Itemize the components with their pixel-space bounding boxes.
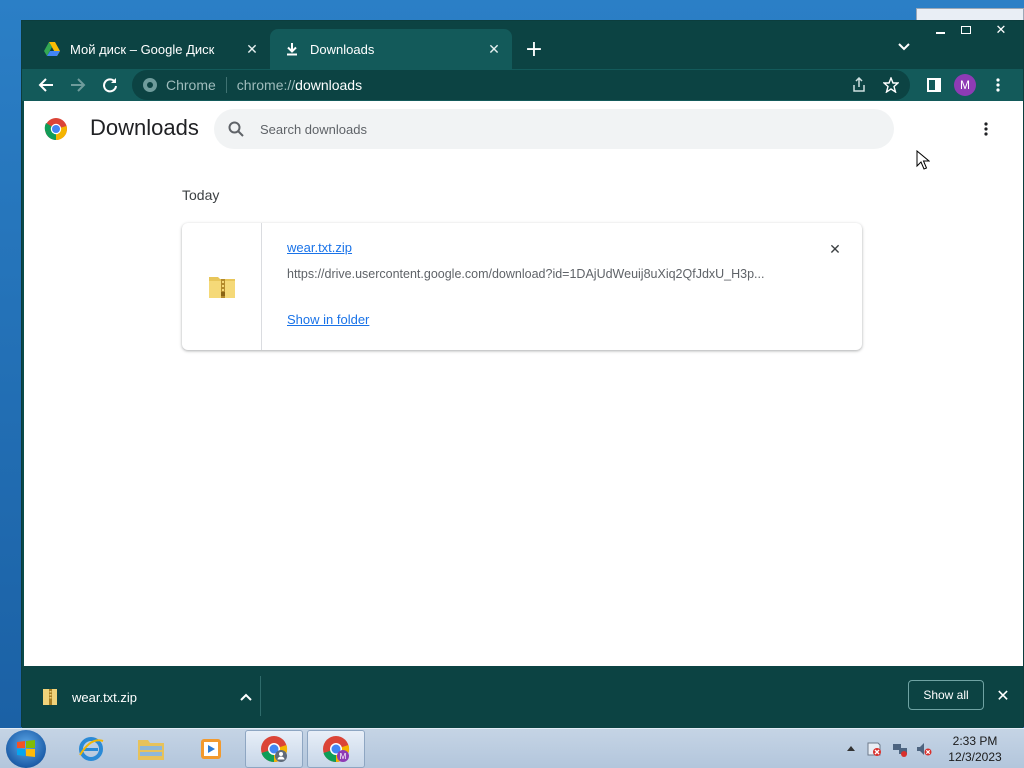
side-panel-button[interactable] <box>918 69 950 101</box>
zip-folder-icon <box>208 276 235 298</box>
taskbar-chrome-1[interactable] <box>245 730 303 768</box>
tray-expand-button[interactable] <box>844 741 858 755</box>
share-icon[interactable] <box>848 74 870 96</box>
taskbar-media-player[interactable] <box>182 730 240 768</box>
site-chip: Chrome <box>166 77 227 93</box>
download-source-url: https://drive.usercontent.google.com/dow… <box>287 267 765 281</box>
chrome-menu-button[interactable] <box>982 69 1014 101</box>
media-player-icon <box>201 739 221 759</box>
tab-close-button[interactable]: ✕ <box>482 37 506 61</box>
close-window-button[interactable]: ✕ <box>979 21 1023 39</box>
windows-logo-icon <box>17 740 35 757</box>
show-in-folder-link[interactable]: Show in folder <box>287 312 369 327</box>
url-scheme: chrome:// <box>236 77 296 93</box>
folder-icon <box>138 740 164 760</box>
download-filename-link[interactable]: wear.txt.zip <box>287 240 352 255</box>
maximize-button[interactable] <box>953 21 979 39</box>
file-icon-column <box>182 223 262 350</box>
tab-close-button[interactable]: ✕ <box>240 37 264 61</box>
taskbar-chrome-2[interactable]: M <box>307 730 365 768</box>
more-vert-icon <box>996 78 1000 92</box>
tab-label: Мой диск – Google Диск <box>70 41 215 57</box>
side-panel-icon <box>927 78 941 92</box>
downloads-more-button[interactable] <box>974 117 998 141</box>
chrome-window: Мой диск – Google Диск ✕ Downloads ✕ + ✕ <box>21 20 1024 728</box>
forward-button[interactable] <box>62 69 94 101</box>
downloads-header: Downloads <box>24 101 1023 157</box>
taskbar-file-explorer[interactable] <box>122 730 180 768</box>
download-icon <box>284 41 300 57</box>
date-group-label: Today <box>182 187 220 203</box>
download-shelf: wear.txt.zip Show all ✕ <box>22 666 1023 728</box>
reload-button[interactable] <box>94 69 126 101</box>
chrome-site-icon <box>143 78 157 92</box>
arrow-left-icon <box>38 78 53 92</box>
clock-time: 2:33 PM <box>952 734 998 748</box>
close-icon: ✕ <box>829 242 841 258</box>
tab-label: Downloads <box>310 41 375 57</box>
shelf-divider <box>260 676 261 716</box>
minimize-icon <box>935 32 945 34</box>
taskbar: M 2:33 PM 12/3/2023 <box>0 728 1024 768</box>
minimize-button[interactable] <box>927 21 953 39</box>
action-center-icon[interactable] <box>866 741 882 757</box>
downloads-page: Downloads Today <box>24 101 1023 666</box>
internet-explorer-icon <box>79 737 104 761</box>
system-clock[interactable]: 2:33 PM 12/3/2023 <box>940 733 1010 765</box>
tab-downloads[interactable]: Downloads ✕ <box>270 29 512 69</box>
chrome-icon <box>261 736 288 763</box>
zip-file-icon <box>43 689 57 705</box>
network-icon[interactable] <box>892 741 908 757</box>
show-all-button[interactable]: Show all <box>908 680 984 710</box>
close-shelf-button[interactable]: ✕ <box>992 684 1014 706</box>
google-drive-icon <box>44 41 60 57</box>
url-host: downloads <box>295 77 363 93</box>
clock-date: 12/3/2023 <box>948 750 1002 764</box>
toolbar: Chrome chrome://downloads M <box>22 69 1023 101</box>
remove-download-button[interactable]: ✕ <box>825 240 845 260</box>
search-icon <box>228 121 244 137</box>
shelf-filename: wear.txt.zip <box>72 689 138 705</box>
download-item-card: wear.txt.zip https://drive.usercontent.g… <box>182 223 862 350</box>
tab-strip: Мой диск – Google Диск ✕ Downloads ✕ + ✕ <box>22 21 1023 69</box>
maximize-icon <box>961 26 971 34</box>
close-icon: ✕ <box>995 22 1007 38</box>
bookmark-star-icon[interactable] <box>880 74 902 96</box>
more-vert-icon <box>984 122 988 136</box>
taskbar-internet-explorer[interactable] <box>62 730 120 768</box>
chevron-up-icon[interactable] <box>236 687 256 707</box>
tab-google-drive[interactable]: Мой диск – Google Диск ✕ <box>30 29 270 69</box>
search-input[interactable] <box>260 121 860 137</box>
svg-text:M: M <box>340 752 347 761</box>
address-bar[interactable]: Chrome chrome://downloads <box>132 70 910 100</box>
reload-icon <box>103 78 117 93</box>
profile-avatar[interactable]: M <box>954 74 976 96</box>
close-icon: ✕ <box>996 685 1010 705</box>
back-button[interactable] <box>30 69 62 101</box>
tab-search-button[interactable] <box>892 35 916 59</box>
page-title: Downloads <box>90 115 199 140</box>
shelf-download-item[interactable]: wear.txt.zip <box>42 682 256 712</box>
new-tab-button[interactable]: + <box>520 35 548 63</box>
chrome-logo-icon <box>44 118 67 140</box>
mouse-cursor-icon <box>916 150 930 170</box>
start-button[interactable] <box>6 730 46 768</box>
arrow-right-icon <box>71 78 86 92</box>
volume-muted-icon[interactable] <box>916 741 932 757</box>
tray-arrow-icon <box>847 746 855 751</box>
chrome-profile-icon: M <box>323 736 350 763</box>
search-box[interactable] <box>214 109 894 149</box>
